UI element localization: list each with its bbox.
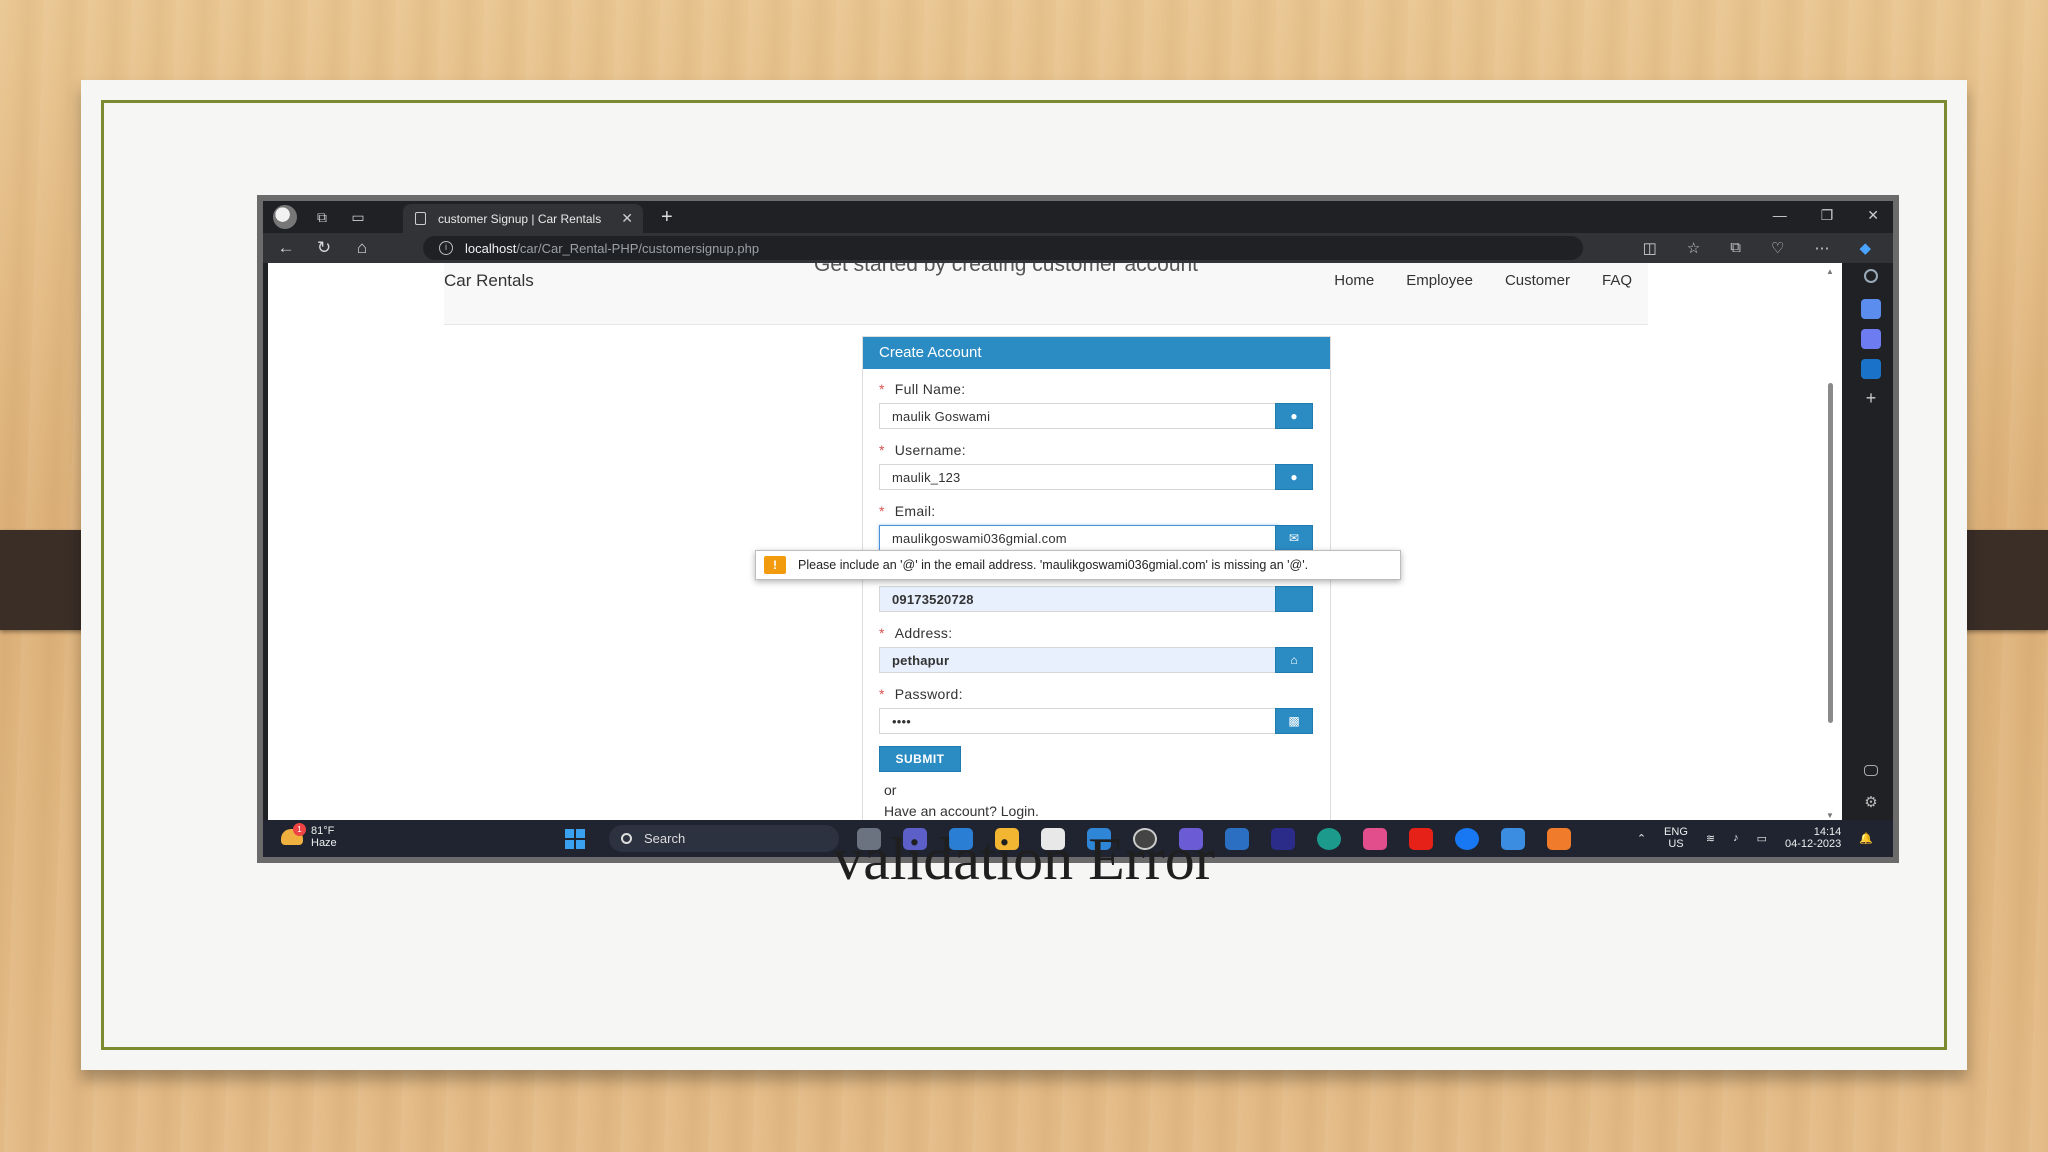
browser-tab-active[interactable]: customer Signup | Car Rentals ✕ — [403, 204, 643, 233]
envelope-icon: ✉ — [1275, 525, 1313, 551]
page-icon — [415, 212, 426, 225]
user-icon: ● — [1275, 403, 1313, 429]
submit-button[interactable]: SUBMIT — [879, 746, 961, 772]
toolbar-icons: ◫ ☆ ⧉ ♡ ⋯ ◆ — [1643, 239, 1871, 257]
close-tab-icon[interactable]: ✕ — [621, 210, 633, 227]
username-input[interactable]: maulik_123 — [879, 464, 1279, 490]
address-input[interactable]: pethapur — [879, 647, 1279, 673]
favorites-icon[interactable]: ☆ — [1687, 239, 1700, 257]
address-label: * Address: — [879, 625, 953, 641]
tab-bar: ⧉ ▭ customer Signup | Car Rentals ✕ + — … — [263, 201, 1893, 233]
presentation-slide: ⧉ ▭ customer Signup | Car Rentals ✕ + — … — [81, 80, 1967, 1070]
validation-message: Please include an '@' in the email addre… — [798, 558, 1309, 572]
nav-links: Home Employee Customer FAQ — [1334, 272, 1632, 289]
split-screen-icon[interactable]: ◫ — [1643, 239, 1657, 257]
add-icon[interactable]: + — [1861, 389, 1881, 409]
refresh-icon[interactable]: ↻ — [309, 238, 339, 258]
more-icon[interactable]: ⋯ — [1814, 239, 1829, 257]
home-icon: ⌂ — [1275, 647, 1313, 673]
nav-home[interactable]: Home — [1334, 272, 1374, 289]
site-navbar: Car Rentals Get started by creating cust… — [444, 263, 1648, 325]
lock-icon: ▩ — [1275, 708, 1313, 734]
copilot-sidebar-icon[interactable] — [1861, 329, 1881, 349]
hero-heading: Get started by creating customer account — [814, 263, 1199, 276]
scroll-down-icon[interactable]: ▼ — [1826, 811, 1834, 820]
url-host: localhost — [465, 240, 517, 256]
edge-sidebar: + ⚙ — [1849, 263, 1893, 820]
url-path: /car/Car_Rental-PHP/customersignup.php — [516, 240, 760, 256]
fullname-input[interactable]: maulik Goswami — [879, 403, 1279, 429]
search-icon[interactable] — [1864, 269, 1878, 283]
window-controls: — ❐ ✕ — [1773, 207, 1879, 224]
outlook-icon[interactable] — [1861, 359, 1881, 379]
close-window-icon[interactable]: ✕ — [1867, 207, 1879, 224]
copilot-icon[interactable]: ◆ — [1859, 239, 1871, 257]
tab-title: customer Signup | Car Rentals — [438, 211, 602, 226]
sidebar-toggle-icon[interactable] — [1864, 765, 1878, 776]
brand-link[interactable]: Car Rentals — [444, 271, 534, 291]
password-label: * Password: — [879, 686, 963, 702]
new-tab-icon[interactable]: + — [661, 206, 673, 229]
settings-icon[interactable]: ⚙ — [1861, 793, 1881, 813]
validation-tooltip: ! Please include an '@' in the email add… — [755, 550, 1401, 580]
workspaces-icon[interactable]: ⧉ — [311, 206, 333, 228]
page-viewport: Car Rentals Get started by creating cust… — [268, 263, 1842, 820]
back-icon[interactable]: ← — [271, 238, 301, 258]
fullname-label: * Full Name: — [879, 381, 966, 397]
username-label: * Username: — [879, 442, 966, 458]
minimize-icon[interactable]: — — [1773, 207, 1787, 224]
url-field[interactable]: i localhost /car/Car_Rental-PHP/customer… — [423, 236, 1583, 260]
nav-customer[interactable]: Customer — [1505, 272, 1570, 289]
nav-faq[interactable]: FAQ — [1602, 272, 1632, 289]
browser-screenshot: ⧉ ▭ customer Signup | Car Rentals ✕ + — … — [257, 195, 1899, 863]
slide-caption: validation Error — [833, 826, 1215, 892]
collections-icon[interactable]: ⧉ — [1730, 239, 1741, 257]
address-bar-row: ← ↻ ⌂ i localhost /car/Car_Rental-PHP/cu… — [263, 233, 1893, 263]
password-input[interactable]: •••• — [879, 708, 1279, 734]
restore-icon[interactable]: ❐ — [1821, 207, 1834, 224]
email-label: * Email: — [879, 503, 936, 519]
home-nav-icon[interactable]: ⌂ — [347, 238, 377, 258]
profile-avatar[interactable] — [273, 205, 297, 229]
browser-window: ⧉ ▭ customer Signup | Car Rentals ✕ + — … — [263, 201, 1893, 857]
email-input[interactable]: maulikgoswami036gmial.com — [879, 525, 1279, 551]
user-icon: ● — [1275, 464, 1313, 490]
shopping-icon[interactable] — [1861, 299, 1881, 319]
page-scrollbar[interactable]: ▲ ▼ — [1826, 267, 1836, 820]
phone-icon — [1275, 586, 1313, 612]
or-text: or — [884, 782, 897, 798]
tab-actions-icon[interactable]: ▭ — [347, 206, 369, 228]
panel-title: Create Account — [863, 337, 1330, 369]
site-info-icon[interactable]: i — [439, 241, 453, 255]
nav-employee[interactable]: Employee — [1406, 272, 1473, 289]
phone-input[interactable]: 09173520728 — [879, 586, 1279, 612]
warning-icon: ! — [764, 556, 786, 574]
scroll-up-icon[interactable]: ▲ — [1826, 267, 1834, 276]
health-icon[interactable]: ♡ — [1771, 239, 1784, 257]
login-link[interactable]: Have an account? Login. — [884, 803, 1039, 819]
scroll-thumb[interactable] — [1828, 383, 1833, 723]
